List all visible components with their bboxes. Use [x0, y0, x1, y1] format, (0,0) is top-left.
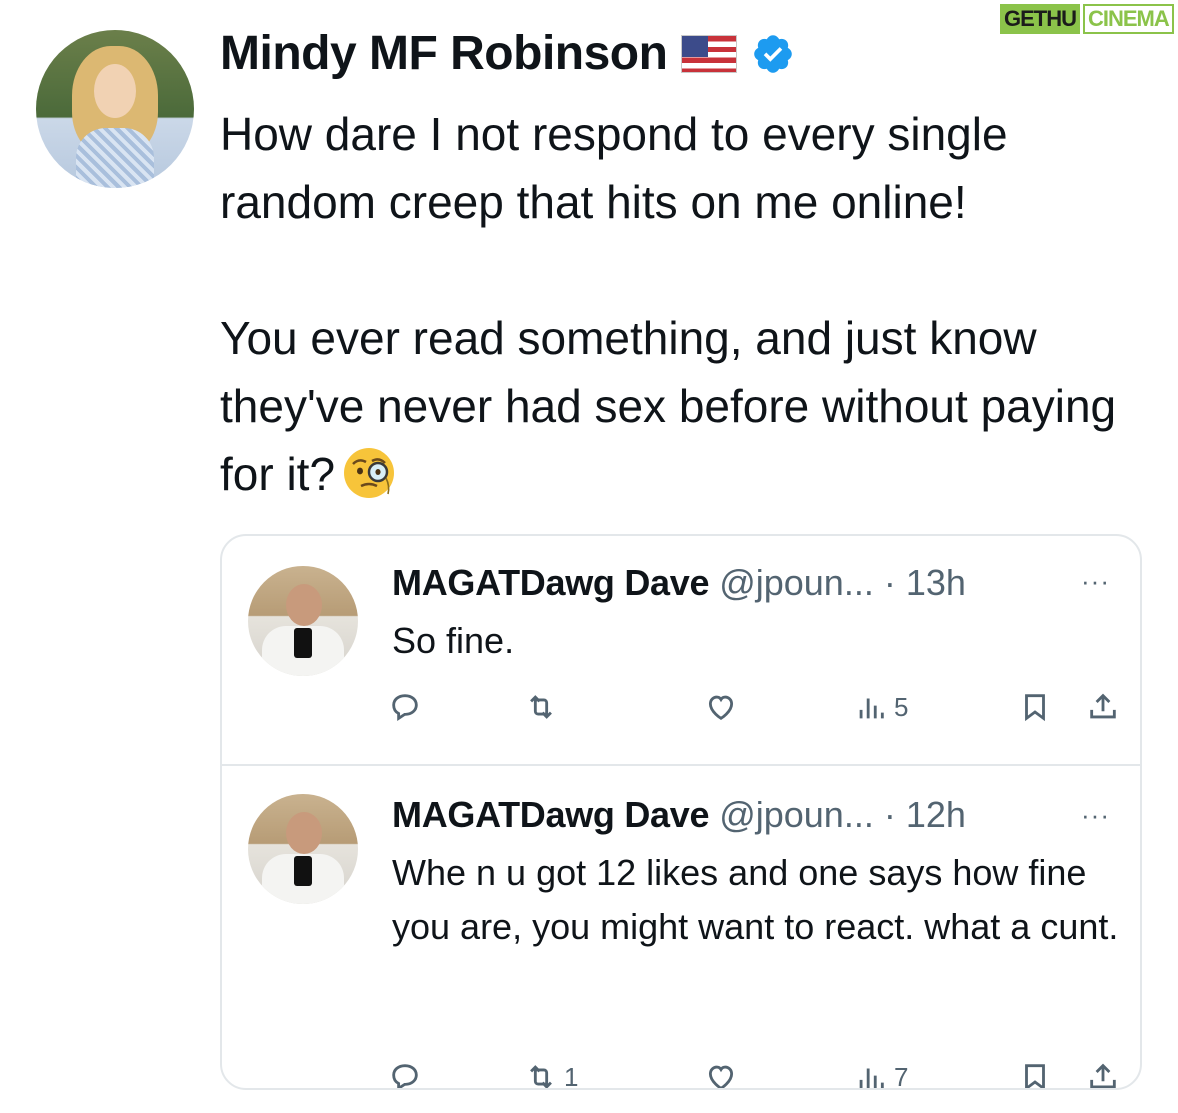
- share-button[interactable]: [1086, 1060, 1120, 1088]
- heart-icon: [708, 1065, 734, 1088]
- avatar-face: [94, 64, 136, 118]
- reply-divider: [222, 764, 1140, 766]
- reply-author-avatar[interactable]: [248, 566, 358, 676]
- author-display-name[interactable]: Mindy MF Robinson: [220, 26, 668, 81]
- avatar-top: [76, 128, 154, 188]
- author-avatar[interactable]: [36, 30, 194, 188]
- tweet-body: How dare I not respond to every single r…: [220, 100, 1150, 508]
- views-bar-chart-icon: [859, 698, 884, 719]
- views-count: 5: [894, 691, 909, 722]
- views-button[interactable]: 5: [854, 690, 908, 724]
- reply-author-handle[interactable]: @jpoun...: [719, 794, 874, 836]
- heart-icon: [708, 695, 734, 720]
- like-button[interactable]: [704, 1060, 738, 1088]
- separator-dot: ·: [883, 562, 896, 603]
- like-button[interactable]: [704, 690, 738, 724]
- bookmark-button[interactable]: [1018, 1060, 1052, 1088]
- more-options-icon[interactable]: ···: [1081, 566, 1110, 597]
- more-options-icon[interactable]: ···: [1081, 800, 1110, 831]
- retweet-icon: [530, 695, 552, 719]
- us-flag-icon: [681, 34, 738, 73]
- views-button[interactable]: 7: [854, 1060, 909, 1090]
- reply-author-name[interactable]: MAGATDawg Dave: [392, 794, 709, 836]
- separator-dot: ·: [883, 794, 896, 835]
- bookmark-icon: [1025, 694, 1045, 722]
- share-button[interactable]: [1086, 690, 1120, 724]
- reply-header: MAGATDawg Dave @jpoun... · 13h: [392, 562, 966, 604]
- tweet-header: Mindy MF Robinson: [220, 26, 795, 81]
- face-with-monocle-emoji-icon: [344, 448, 395, 498]
- retweet-button[interactable]: 1: [524, 1060, 579, 1090]
- share-icon: [1090, 693, 1116, 719]
- reply-author-handle[interactable]: @jpoun...: [719, 562, 874, 604]
- retweet-button[interactable]: [524, 690, 564, 724]
- quoted-replies-card: MAGATDawg Dave @jpoun... · 13h ··· So fi…: [220, 534, 1142, 1090]
- bookmark-button[interactable]: [1018, 690, 1052, 724]
- reply-bubble-icon: [392, 1064, 418, 1088]
- tweet-paragraph-2: You ever read something, and just know t…: [220, 312, 1117, 500]
- views-bar-chart-icon: [859, 1068, 884, 1088]
- reply-text: So fine.: [392, 620, 515, 661]
- reply-bubble-icon: [392, 694, 418, 721]
- reply-button[interactable]: [388, 1060, 422, 1088]
- reply-button[interactable]: [388, 690, 422, 724]
- share-icon: [1090, 1063, 1116, 1088]
- retweet-count: 1: [564, 1061, 579, 1090]
- watermark-text-a: GETHU: [1000, 4, 1080, 34]
- retweet-icon: [530, 1065, 552, 1088]
- reply-header: MAGATDawg Dave @jpoun... · 12h: [392, 794, 966, 836]
- reply-timestamp[interactable]: 12h: [906, 794, 966, 836]
- tweet-paragraph-1: How dare I not respond to every single r…: [220, 108, 1008, 228]
- watermark-logo: GETHU CINEMA: [1000, 4, 1174, 34]
- reply-timestamp[interactable]: 13h: [906, 562, 966, 604]
- verified-badge-icon[interactable]: [751, 32, 795, 76]
- watermark-text-b: CINEMA: [1083, 4, 1174, 34]
- reply-action-bar: 5: [388, 690, 1128, 730]
- reply-text: Whe n u got 12 likes and one says how fi…: [392, 852, 1119, 947]
- views-count: 7: [894, 1061, 909, 1090]
- bookmark-icon: [1025, 1064, 1045, 1088]
- reply-action-bar: 1 7: [388, 1060, 1128, 1090]
- reply-author-name[interactable]: MAGATDawg Dave: [392, 562, 709, 604]
- reply-author-avatar[interactable]: [248, 794, 358, 904]
